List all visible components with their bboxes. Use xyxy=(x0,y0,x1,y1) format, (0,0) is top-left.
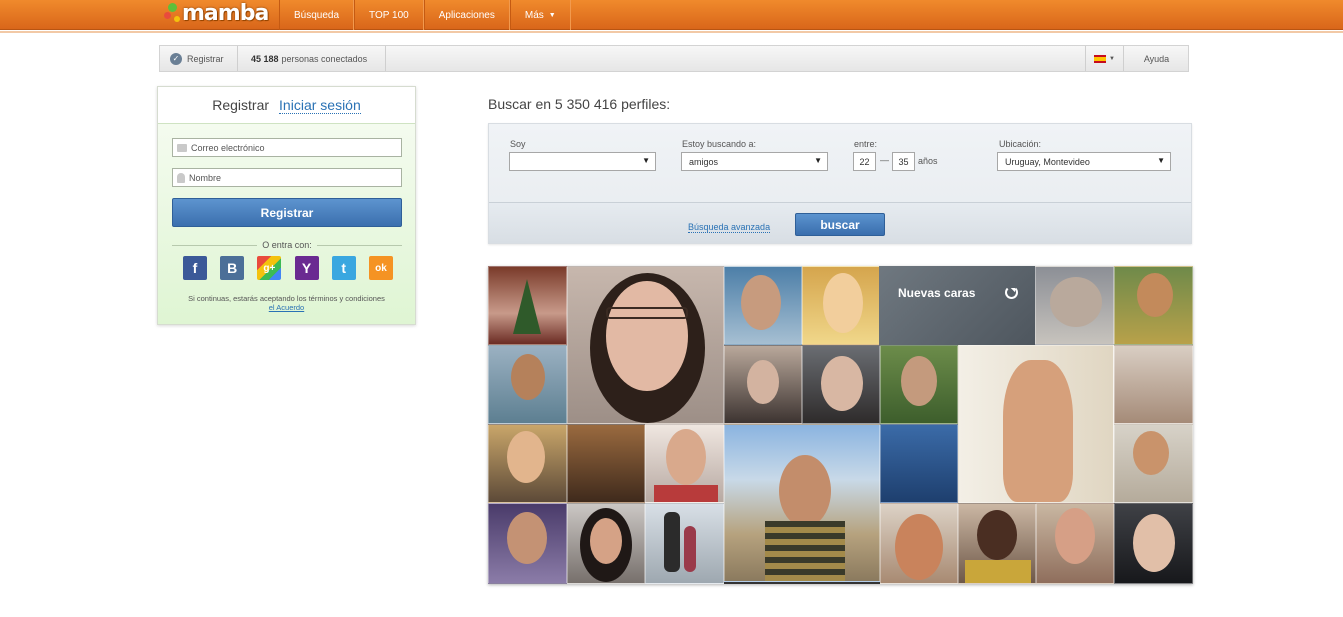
odnoklassniki-icon[interactable]: ok xyxy=(368,256,393,280)
nav-top100[interactable]: TOP 100 xyxy=(354,0,424,30)
profile-photo[interactable] xyxy=(567,266,724,424)
navbar-divider xyxy=(0,31,1343,33)
profile-photo[interactable] xyxy=(958,345,1114,503)
age-dash: — xyxy=(880,155,889,165)
status-bar: ✓ Registrar 45 188 personas conectados ▼… xyxy=(159,45,1189,72)
profile-photo[interactable] xyxy=(802,266,880,345)
profile-photo[interactable] xyxy=(1035,266,1114,345)
online-counter: 45 188 personas conectados xyxy=(239,46,386,71)
search-title: Buscar en 5 350 416 perfiles: xyxy=(488,96,671,112)
new-faces-tile[interactable]: Nuevas caras xyxy=(879,266,1035,345)
yahoo-icon[interactable]: Y xyxy=(294,256,319,280)
online-label: personas conectados xyxy=(281,53,368,64)
site-logo[interactable]: mamba xyxy=(160,0,275,30)
profile-photo[interactable] xyxy=(567,503,645,584)
nav-aplicaciones[interactable]: Aplicaciones xyxy=(423,0,510,30)
search-actions: Búsqueda avanzada buscar xyxy=(489,202,1191,243)
location-label: Ubicación: xyxy=(999,139,1042,149)
terms-notice: Si continuas, estarás aceptando los térm… xyxy=(188,294,385,312)
profile-photo[interactable] xyxy=(880,424,958,503)
email-field[interactable]: Correo electrónico xyxy=(172,138,402,157)
chevron-down-icon: ▼ xyxy=(1109,55,1115,62)
profile-photo[interactable] xyxy=(724,345,802,424)
tab-register[interactable]: Registrar xyxy=(212,97,269,113)
between-label: entre: xyxy=(854,139,878,149)
profile-photo[interactable] xyxy=(488,424,567,503)
profile-photo[interactable] xyxy=(880,345,958,424)
profile-photo[interactable] xyxy=(1036,503,1114,584)
soy-select[interactable]: ▼ xyxy=(509,152,656,171)
google-plus-icon[interactable]: g+ xyxy=(257,256,282,280)
profile-photo[interactable] xyxy=(1114,424,1193,503)
social-divider: O entra con: xyxy=(172,239,402,251)
profile-photo[interactable] xyxy=(724,266,802,345)
location-select[interactable]: Uruguay, Montevideo ▼ xyxy=(997,152,1171,171)
register-form: Correo electrónico Nombre Registrar O en… xyxy=(158,124,415,324)
check-icon: ✓ xyxy=(170,52,182,65)
auth-tabs: Registrar Iniciar sesión xyxy=(158,87,415,124)
chevron-down-icon: ▼ xyxy=(814,156,822,165)
social-login-buttons: f B g+ Y t ok xyxy=(183,256,393,280)
register-link[interactable]: ✓ Registrar xyxy=(160,46,238,71)
help-link[interactable]: Ayuda xyxy=(1125,46,1188,71)
looking-for-select[interactable]: amigos ▼ xyxy=(681,152,828,171)
age-to-input[interactable]: 35 xyxy=(892,152,915,171)
auth-panel: Registrar Iniciar sesión Correo electrón… xyxy=(157,86,416,325)
online-count: 45 188 xyxy=(251,53,279,64)
profile-photo[interactable] xyxy=(1114,345,1193,424)
refresh-icon[interactable] xyxy=(1005,286,1018,299)
register-button[interactable]: Registrar xyxy=(172,198,402,227)
age-unit: años xyxy=(918,156,938,166)
profile-photo[interactable] xyxy=(488,345,567,424)
age-from-input[interactable]: 22 xyxy=(853,152,876,171)
logo-text: mamba xyxy=(182,1,269,26)
facebook-icon[interactable]: f xyxy=(183,256,207,280)
name-field[interactable]: Nombre xyxy=(172,168,402,187)
profile-photo[interactable] xyxy=(567,424,645,503)
looking-label: Estoy buscando a: xyxy=(682,139,757,149)
soy-label: Soy xyxy=(510,139,526,149)
profile-photo[interactable] xyxy=(802,345,880,424)
profile-photo[interactable] xyxy=(958,503,1036,584)
main-nav: Búsqueda TOP 100 Aplicaciones Más ▼ xyxy=(279,0,571,30)
nav-mas-dropdown[interactable]: Más ▼ xyxy=(509,0,571,30)
profile-photo[interactable] xyxy=(488,266,567,345)
twitter-icon[interactable]: t xyxy=(331,256,356,280)
profile-photo[interactable] xyxy=(488,503,567,584)
language-selector[interactable]: ▼ xyxy=(1085,46,1124,71)
nav-busqueda[interactable]: Búsqueda xyxy=(279,0,355,30)
mail-icon xyxy=(177,143,187,152)
profile-photo[interactable] xyxy=(1114,266,1193,345)
profile-photo[interactable] xyxy=(880,503,958,584)
tab-login[interactable]: Iniciar sesión xyxy=(279,97,361,114)
chevron-down-icon: ▼ xyxy=(1157,156,1165,165)
profile-photo[interactable] xyxy=(724,424,880,582)
profile-photo[interactable] xyxy=(645,424,724,503)
agreement-link[interactable]: el Acuerdo xyxy=(269,303,304,312)
user-icon xyxy=(177,172,185,183)
spain-flag-icon xyxy=(1094,54,1107,63)
search-panel: Soy ▼ Estoy buscando a: amigos ▼ entre: … xyxy=(488,123,1192,244)
chevron-down-icon: ▼ xyxy=(642,156,650,165)
profile-photo[interactable] xyxy=(1114,503,1193,584)
vkontakte-icon[interactable]: B xyxy=(220,256,245,280)
advanced-search-link[interactable]: Búsqueda avanzada xyxy=(688,222,771,233)
profile-photo[interactable] xyxy=(645,503,724,584)
chevron-down-icon: ▼ xyxy=(548,11,556,19)
search-button[interactable]: buscar xyxy=(795,213,885,236)
profile-photo-grid: Nuevas caras xyxy=(488,266,1193,584)
